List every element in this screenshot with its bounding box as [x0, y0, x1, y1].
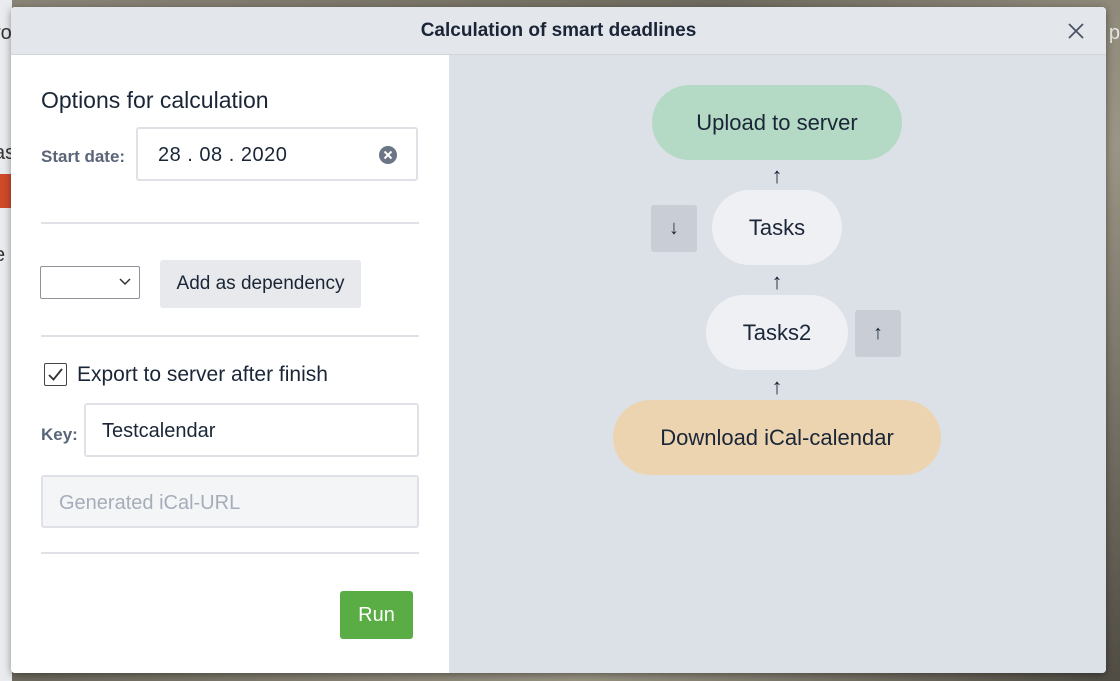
key-label: Key:: [41, 425, 78, 444]
checkmark-icon: [48, 368, 63, 381]
add-dependency-button[interactable]: Add as dependency: [160, 260, 361, 308]
section-title: Options for calculation: [41, 87, 269, 113]
divider: [41, 222, 419, 224]
divider: [41, 552, 419, 554]
options-panel: Options for calculation Start date: 28 .…: [11, 55, 449, 673]
arrow-up-icon: ↑: [771, 269, 783, 294]
flow-node-upload: Upload to server: [652, 85, 902, 160]
divider: [41, 335, 419, 337]
export-checkbox[interactable]: [44, 363, 67, 386]
key-value: Testcalendar: [102, 420, 216, 442]
background-text-fragment: p: [1108, 22, 1120, 44]
move-down-button[interactable]: ↓: [651, 205, 697, 252]
clear-date-icon[interactable]: [378, 145, 398, 165]
start-date-value: 28 . 08 . 2020: [158, 144, 288, 166]
dependency-select[interactable]: [40, 266, 140, 299]
smart-deadlines-dialog: Calculation of smart deadlines Options f…: [11, 7, 1106, 673]
flow-node-download: Download iCal-calendar: [613, 400, 941, 475]
move-up-button[interactable]: ↑: [855, 310, 901, 357]
background-text-fragment: e: [0, 244, 5, 267]
flow-node-tasks: Tasks: [712, 190, 842, 265]
dialog-title: Calculation of smart deadlines: [420, 20, 697, 41]
export-checkbox-label: Export to server after finish: [77, 363, 328, 386]
ical-url-field[interactable]: Generated iCal-URL: [41, 475, 419, 528]
start-date-input[interactable]: 28 . 08 . 2020: [136, 127, 418, 181]
arrow-up-icon: ↑: [771, 163, 783, 188]
dialog-header: Calculation of smart deadlines: [11, 7, 1106, 55]
close-icon[interactable]: [1064, 19, 1088, 43]
ical-url-placeholder: Generated iCal-URL: [59, 492, 241, 514]
arrow-up-icon: ↑: [771, 374, 783, 399]
dependency-flow-panel: Upload to server ↑ ↓ Tasks ↑ Tasks2 ↑ ↑ …: [449, 55, 1106, 673]
flow-node-tasks2: Tasks2: [706, 295, 848, 370]
run-button[interactable]: Run: [340, 591, 413, 639]
key-input[interactable]: Testcalendar: [84, 403, 419, 457]
chevron-down-icon: [119, 278, 131, 286]
start-date-label: Start date:: [41, 147, 126, 166]
